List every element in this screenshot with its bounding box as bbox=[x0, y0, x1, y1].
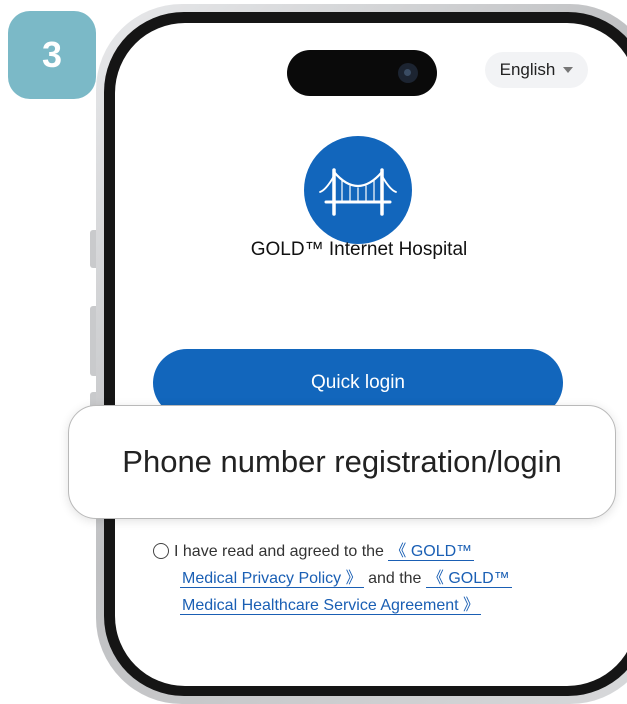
caret-down-icon bbox=[563, 67, 574, 73]
language-label: English bbox=[499, 60, 556, 79]
agreement-line-2: Medical Privacy Policy 》 and the 《 GOLD™ bbox=[153, 565, 573, 592]
phone-registration-label: Phone number registration/login bbox=[122, 444, 562, 479]
app-name: GOLD™ Internet Hospital bbox=[250, 239, 468, 260]
agreement-connector: and the bbox=[368, 570, 422, 587]
quick-login-label: Quick login bbox=[311, 372, 405, 393]
privacy-policy-link-cont[interactable]: Medical Privacy Policy 》 bbox=[180, 570, 364, 588]
step-number-badge: 3 bbox=[8, 11, 96, 99]
agreement-line-1: I have read and agreed to the 《 GOLD™ bbox=[153, 538, 573, 565]
agreement-radio[interactable] bbox=[153, 543, 169, 559]
service-agreement-link-cont[interactable]: Medical Healthcare Service Agreement 》 bbox=[180, 597, 482, 615]
step-number: 3 bbox=[41, 34, 63, 75]
agreement-prefix: I have read and agreed to the bbox=[174, 543, 384, 560]
phone-screen: English GOLD™ Internet Hospital Quick lo… bbox=[115, 23, 627, 686]
camera-icon bbox=[398, 63, 418, 83]
service-agreement-link[interactable]: 《 GOLD™ bbox=[425, 570, 512, 588]
phone-registration-button[interactable]: Phone number registration/login bbox=[68, 405, 616, 519]
language-selector[interactable]: English bbox=[485, 52, 588, 88]
agreement-line-3: Medical Healthcare Service Agreement 》 bbox=[153, 592, 573, 619]
bridge-icon bbox=[304, 136, 412, 244]
agreement-consent: I have read and agreed to the 《 GOLD™ Me… bbox=[153, 538, 573, 619]
privacy-policy-link[interactable]: 《 GOLD™ bbox=[388, 543, 475, 561]
